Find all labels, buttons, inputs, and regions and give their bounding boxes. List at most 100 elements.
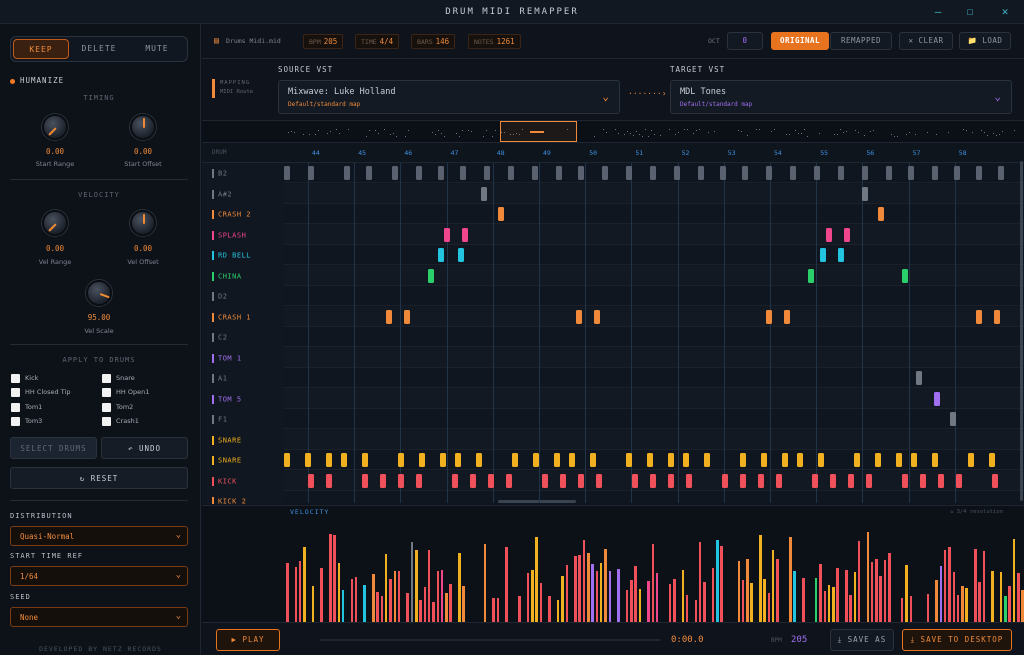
velocity-bar[interactable] — [526, 572, 530, 622]
drum-lane[interactable] — [284, 368, 1024, 388]
velocity-bar[interactable] — [617, 569, 620, 622]
save-as-button[interactable]: ⤓ SAVE AS — [830, 629, 894, 651]
midi-note[interactable] — [560, 473, 566, 488]
vel-range-knob[interactable] — [42, 210, 68, 236]
midi-note[interactable] — [956, 473, 962, 488]
drum-row-label[interactable]: CRASH 2 — [212, 210, 251, 219]
midi-note[interactable] — [830, 473, 836, 488]
velocity-bar[interactable] — [599, 563, 603, 622]
velocity-bar[interactable] — [767, 593, 771, 622]
midi-note[interactable] — [341, 453, 347, 467]
remapped-toggle[interactable]: REMAPPED — [830, 32, 892, 50]
velocity-bar[interactable] — [578, 554, 581, 622]
velocity-bar[interactable] — [294, 566, 298, 622]
velocity-bar[interactable] — [845, 569, 848, 622]
velocity-bar[interactable] — [337, 563, 341, 622]
velocity-bar[interactable] — [350, 578, 353, 622]
drum-lane[interactable] — [284, 429, 1024, 450]
checkbox-icon[interactable] — [102, 402, 111, 412]
velocity-bar[interactable] — [458, 553, 461, 622]
midi-note[interactable] — [976, 166, 982, 180]
drum-row-label[interactable]: A#2 — [212, 189, 232, 199]
drum-lane[interactable] — [284, 491, 1024, 504]
velocity-bar[interactable] — [991, 570, 994, 622]
velocity-bar[interactable] — [737, 560, 740, 622]
velocity-bar[interactable] — [909, 595, 912, 622]
midi-note[interactable] — [998, 166, 1004, 180]
velocity-bar[interactable] — [638, 589, 642, 622]
velocity-bar[interactable] — [333, 535, 336, 622]
velocity-bar[interactable] — [673, 578, 676, 622]
midi-note[interactable] — [704, 453, 710, 467]
midi-note[interactable] — [818, 453, 824, 467]
velocity-bar[interactable] — [999, 571, 1003, 622]
drum-row-label[interactable]: KICK — [212, 476, 237, 486]
velocity-bar[interactable] — [900, 598, 904, 622]
drum-row-label[interactable]: TOM 5 — [212, 394, 242, 404]
velocity-bar[interactable] — [943, 550, 947, 622]
velocity-bar[interactable] — [449, 583, 452, 622]
velocity-bar[interactable] — [982, 551, 986, 622]
midi-note[interactable] — [532, 166, 538, 180]
drum-checkbox-crash1[interactable]: Crash1 — [102, 416, 139, 426]
midi-note[interactable] — [776, 473, 782, 488]
midi-note[interactable] — [428, 268, 434, 283]
velocity-bar[interactable] — [948, 547, 951, 622]
velocity-bar[interactable] — [694, 599, 697, 622]
midi-note[interactable] — [533, 453, 539, 467]
midi-note[interactable] — [470, 473, 476, 488]
midi-note[interactable] — [344, 166, 350, 180]
checkbox-icon[interactable] — [11, 402, 20, 412]
midi-note[interactable] — [326, 473, 332, 488]
midi-note[interactable] — [308, 166, 314, 180]
midi-note[interactable] — [438, 166, 444, 180]
seed-select[interactable]: None ⌄ — [10, 607, 188, 627]
mode-keep-button[interactable]: KEEP — [13, 39, 69, 59]
midi-note[interactable] — [994, 309, 1000, 324]
midi-note[interactable] — [934, 391, 940, 406]
midi-note[interactable] — [398, 473, 404, 488]
midi-note[interactable] — [950, 412, 956, 426]
vel-offset-knob[interactable] — [130, 210, 156, 236]
midi-note[interactable] — [380, 473, 386, 488]
midi-note[interactable] — [902, 473, 908, 488]
velocity-bar[interactable] — [427, 550, 431, 622]
checkbox-icon[interactable] — [11, 387, 20, 397]
velocity-bar[interactable] — [866, 532, 869, 622]
drum-checkbox-hh-open1[interactable]: HH Open1 — [102, 387, 149, 397]
midi-note[interactable] — [569, 453, 575, 467]
target-vst-select[interactable]: MDL Tones Default/standard map ⌄ — [670, 80, 1012, 114]
velocity-bar[interactable] — [634, 566, 637, 622]
midi-note[interactable] — [392, 166, 398, 180]
midi-note[interactable] — [848, 473, 854, 488]
velocity-bar[interactable] — [389, 579, 392, 622]
midi-note[interactable] — [596, 473, 602, 488]
velocity-bar[interactable] — [436, 571, 439, 622]
velocity-bar[interactable] — [1012, 538, 1016, 622]
midi-note[interactable] — [404, 309, 410, 324]
source-vst-select[interactable]: Mixwave: Luke Holland Default/standard m… — [278, 80, 620, 114]
checkbox-icon[interactable] — [11, 373, 20, 383]
midi-note[interactable] — [766, 309, 772, 324]
midi-note[interactable] — [284, 166, 290, 180]
velocity-bar[interactable] — [376, 592, 379, 622]
overview-viewport[interactable] — [500, 121, 577, 142]
midi-note[interactable] — [362, 473, 368, 488]
velocity-bar[interactable] — [363, 585, 366, 622]
midi-note[interactable] — [954, 166, 960, 180]
midi-note[interactable] — [838, 166, 844, 180]
velocity-bar[interactable] — [556, 599, 560, 622]
velocity-bar[interactable] — [814, 577, 818, 622]
midi-note[interactable] — [398, 453, 404, 467]
velocity-bar[interactable] — [832, 586, 835, 622]
midi-note[interactable] — [740, 473, 746, 488]
humanize-header[interactable]: HUMANIZE — [10, 76, 64, 85]
midi-note[interactable] — [416, 166, 422, 180]
drum-row-label[interactable]: TOM 1 — [212, 353, 242, 363]
midi-note[interactable] — [284, 453, 290, 467]
midi-note[interactable] — [908, 166, 914, 180]
velocity-bar[interactable] — [651, 543, 654, 622]
midi-note[interactable] — [932, 453, 938, 467]
drum-checkbox-hh-closed-tip[interactable]: HH Closed Tip — [11, 387, 70, 397]
midi-note[interactable] — [308, 473, 314, 488]
